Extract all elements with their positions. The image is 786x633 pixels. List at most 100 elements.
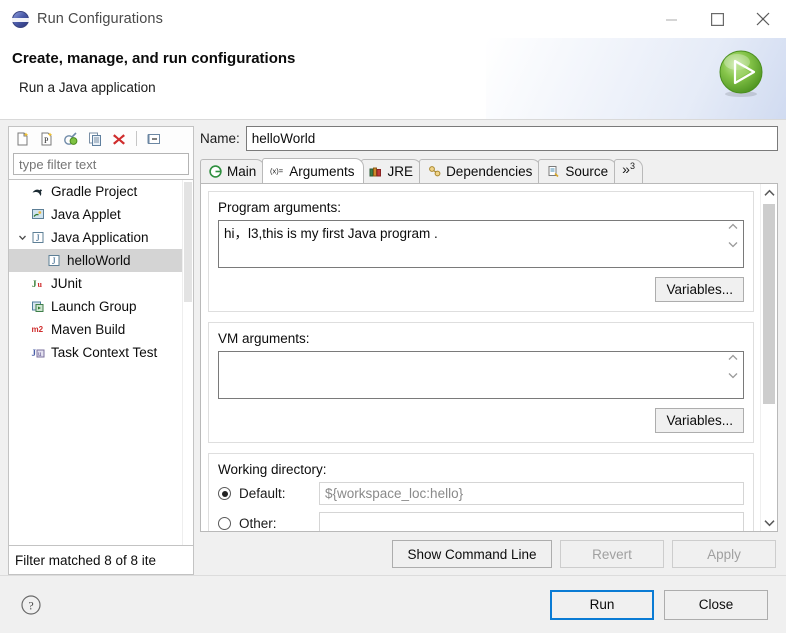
show-command-line-button[interactable]: Show Command Line <box>392 540 552 568</box>
minimize-button[interactable] <box>648 0 694 38</box>
other-directory-input[interactable] <box>319 512 744 531</box>
run-button[interactable]: Run <box>550 589 654 620</box>
tab-dependencies[interactable]: Dependencies <box>419 159 542 183</box>
vm-arguments-scroll-arrows[interactable] <box>724 354 742 379</box>
configurations-tree[interactable]: Gradle Project Java Applet J Java Applic… <box>8 179 194 545</box>
other-label: Other: <box>239 516 277 531</box>
tab-arguments[interactable]: (x)= Arguments <box>262 158 364 183</box>
default-directory-input <box>319 482 744 505</box>
vm-variables-button[interactable]: Variables... <box>655 408 744 433</box>
export-configuration-icon[interactable] <box>60 129 82 149</box>
tree-item-launch-group[interactable]: Launch Group <box>9 295 193 318</box>
tree-item-task-context-test[interactable]: J u Task Context Test <box>9 341 193 364</box>
collapse-all-icon[interactable] <box>143 129 165 149</box>
program-arguments-group: Program arguments: Variables... <box>208 191 754 312</box>
java-app-icon: J <box>29 230 47 245</box>
page-subtitle: Run a Java application <box>19 80 156 95</box>
tab-overflow-button[interactable]: » 3 <box>614 159 643 183</box>
scrollbar-thumb[interactable] <box>763 204 775 404</box>
tree-item-java-applet[interactable]: Java Applet <box>9 203 193 226</box>
tree-item-label: helloWorld <box>67 253 131 268</box>
svg-text:?: ? <box>28 598 33 612</box>
tab-main[interactable]: Main <box>200 159 266 183</box>
working-directory-default-row[interactable]: Default: <box>218 482 744 505</box>
filter-status-text: Filter matched 8 of 8 ite <box>8 545 194 575</box>
vm-arguments-field-wrap <box>218 351 744 402</box>
close-button-footer[interactable]: Close <box>664 589 768 620</box>
jre-books-icon <box>369 165 384 178</box>
other-radio[interactable] <box>218 517 231 530</box>
svg-text:(x)=: (x)= <box>270 167 284 176</box>
working-directory-other-row[interactable]: Other: <box>218 512 744 531</box>
java-applet-icon <box>29 207 47 222</box>
duplicate-icon[interactable] <box>84 129 106 149</box>
tree-item-gradle-project[interactable]: Gradle Project <box>9 180 193 203</box>
svg-text:J: J <box>31 348 36 358</box>
config-action-buttons: Show Command Line Revert Apply <box>200 532 778 575</box>
new-launch-configuration-icon[interactable] <box>12 129 34 149</box>
vm-arguments-input[interactable] <box>218 351 744 399</box>
scroll-up-icon[interactable] <box>761 184 777 201</box>
program-arguments-field-wrap <box>218 220 744 271</box>
configuration-editor: Name: Main (x)= Arguments <box>200 126 778 575</box>
maximize-button[interactable] <box>694 0 740 38</box>
program-arguments-label: Program arguments: <box>218 200 342 215</box>
scroll-down-icon[interactable] <box>761 514 777 531</box>
source-icon <box>546 165 561 178</box>
tab-label: Arguments <box>289 163 355 179</box>
run-play-icon <box>719 50 763 97</box>
svg-text:u: u <box>38 350 42 358</box>
window-controls <box>648 0 786 38</box>
arguments-xeq-icon: (x)= <box>270 165 285 177</box>
toolbar-separator <box>136 131 137 146</box>
svg-text:J: J <box>52 256 56 266</box>
name-row: Name: <box>200 126 778 151</box>
program-arguments-actions: Variables... <box>218 277 744 302</box>
help-question-icon[interactable]: ? <box>20 594 42 616</box>
svg-text:J: J <box>32 279 37 289</box>
tree-item-junit[interactable]: J u JUnit <box>9 272 193 295</box>
tab-overflow-count: 3 <box>629 161 635 171</box>
maven-m2-icon: m2 <box>29 322 47 337</box>
launch-group-icon <box>29 299 47 314</box>
configuration-name-input[interactable] <box>245 126 778 151</box>
junit-icon: J u <box>29 276 47 291</box>
page-title: Create, manage, and run configurations <box>12 50 296 67</box>
task-context-icon: J u <box>29 345 47 360</box>
title-bar: Run Configurations <box>0 0 786 38</box>
tree-item-java-application[interactable]: J Java Application <box>9 226 193 249</box>
program-arguments-scroll-arrows[interactable] <box>724 223 742 248</box>
chevron-down-icon[interactable] <box>15 233 29 242</box>
close-button[interactable] <box>740 0 786 38</box>
tree-item-label: Launch Group <box>51 299 137 314</box>
working-directory-label: Working directory: <box>218 462 327 477</box>
search-input[interactable] <box>13 153 189 175</box>
tree-item-helloworld[interactable]: J helloWorld <box>9 249 193 272</box>
eclipse-icon <box>12 10 29 28</box>
vm-arguments-actions: Variables... <box>218 408 744 433</box>
svg-text:m2: m2 <box>31 325 43 334</box>
tree-scrollbar[interactable] <box>182 180 193 545</box>
tree-item-maven-build[interactable]: m2 Maven Build <box>9 318 193 341</box>
tab-label: Source <box>565 164 609 179</box>
tab-label: JRE <box>387 164 414 179</box>
tree-item-label: Gradle Project <box>51 184 138 199</box>
new-prototype-icon[interactable]: P <box>36 129 58 149</box>
delete-red-x-icon[interactable] <box>108 129 130 149</box>
revert-button[interactable]: Revert <box>560 540 664 568</box>
java-app-icon: J <box>45 253 63 268</box>
tree-item-label: Java Application <box>51 230 149 245</box>
tab-label: Dependencies <box>446 164 533 179</box>
svg-text:u: u <box>37 280 42 289</box>
window-title: Run Configurations <box>37 11 163 27</box>
arguments-panel-scrollbar[interactable] <box>760 184 777 531</box>
dialog-body: P type filter text Gradle Project Java A… <box>0 120 786 575</box>
tab-jre[interactable]: JRE <box>360 159 423 183</box>
apply-button[interactable]: Apply <box>672 540 776 568</box>
default-radio[interactable] <box>218 487 231 500</box>
configurations-panel: P type filter text Gradle Project Java A… <box>8 126 194 575</box>
tree-item-label: Maven Build <box>51 322 126 337</box>
program-variables-button[interactable]: Variables... <box>655 277 744 302</box>
program-arguments-input[interactable] <box>218 220 744 268</box>
tab-source[interactable]: Source <box>538 159 618 183</box>
